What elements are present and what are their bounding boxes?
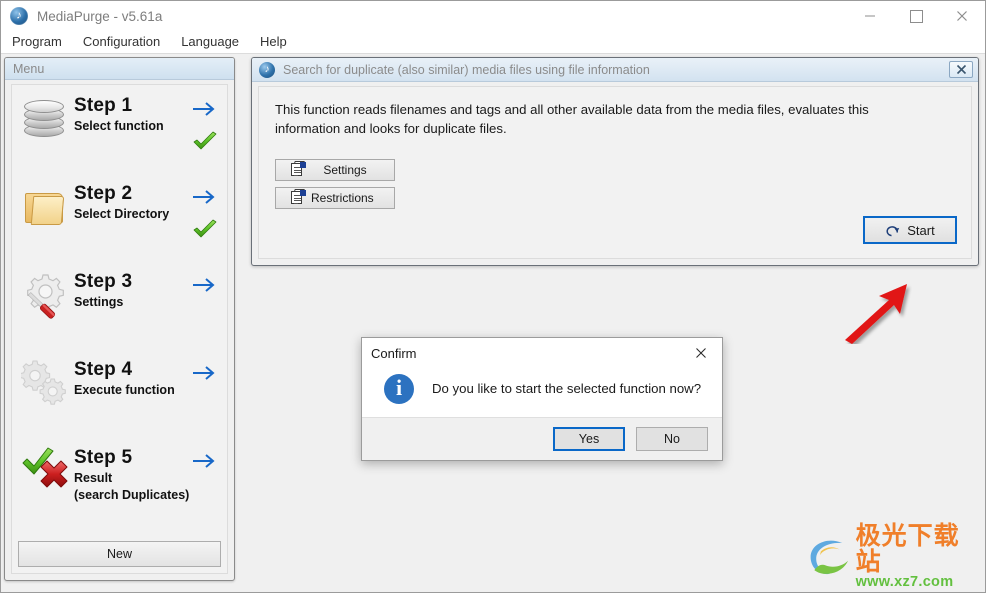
step-5-subtitle: Result [74, 471, 227, 486]
circular-arrow-icon [885, 224, 900, 237]
yes-button[interactable]: Yes [553, 427, 625, 451]
client-area: Menu Step 1 Select function [1, 53, 985, 592]
step-3-subtitle: Settings [74, 295, 227, 310]
check-cross-icon [21, 447, 69, 495]
confirm-dialog-close-button[interactable] [680, 338, 722, 368]
step-5-icon-wrap [12, 441, 74, 519]
green-check-icon [191, 131, 219, 153]
step-1-arrow-icon[interactable] [191, 101, 217, 121]
check-and-red-x-svg [21, 447, 71, 497]
step-4-subtitle: Execute function [74, 383, 227, 398]
menu-language[interactable]: Language [179, 32, 249, 52]
double-gear-svg [21, 359, 69, 407]
double-gear-icon [21, 359, 69, 407]
arrow-right-icon [191, 101, 217, 117]
confirm-dialog: Confirm i Do you like to start the selec… [361, 337, 723, 461]
watermark-text: 极光下载站 www.xz7.com [856, 523, 977, 591]
step-1-completed-check-icon [191, 131, 219, 153]
step-2-icon-wrap [12, 177, 74, 255]
step-5-subtitle-2: (search Duplicates) [74, 488, 227, 503]
sidebar-body: Step 1 Select function [11, 84, 228, 574]
steps-list: Step 1 Select function [12, 85, 227, 531]
menu-help[interactable]: Help [258, 32, 297, 52]
confirm-dialog-footer: Yes No [362, 417, 722, 460]
sidebar-header: Menu [5, 58, 234, 80]
sidebar-item-step-1[interactable]: Step 1 Select function [12, 89, 227, 167]
maximize-button[interactable] [893, 1, 939, 31]
start-button[interactable]: Start [863, 216, 957, 244]
gear-screwdriver-icon [21, 271, 69, 319]
menu-configuration[interactable]: Configuration [81, 32, 170, 52]
info-icon: i [384, 374, 414, 404]
function-panel: Search for duplicate (also similar) medi… [251, 57, 979, 266]
sidebar-header-label: Menu [13, 62, 44, 76]
function-description: This function reads filenames and tags a… [275, 101, 937, 138]
watermark-url: www.xz7.com [856, 575, 977, 591]
close-icon [956, 64, 967, 75]
application-window: MediaPurge - v5.61a Program Configuratio… [0, 0, 986, 593]
window-titlebar: MediaPurge - v5.61a [1, 1, 985, 31]
gear-screwdriver-svg [21, 271, 69, 319]
clipboard-icon [290, 190, 306, 206]
sidebar-item-step-3[interactable]: Step 3 Settings [12, 265, 227, 343]
settings-button-label: Settings [306, 163, 394, 177]
folder-icon [21, 183, 69, 231]
panel-close-button[interactable] [949, 61, 973, 78]
red-pointer-arrow-icon [839, 282, 919, 344]
circular-arrow-svg [885, 224, 900, 237]
database-stack-icon [21, 95, 69, 143]
function-panel-title: Search for duplicate (also similar) medi… [283, 63, 650, 77]
restrictions-button-label: Restrictions [306, 191, 394, 205]
sidebar-item-step-4[interactable]: Step 4 Execute function [12, 353, 227, 431]
settings-button[interactable]: Settings [275, 159, 395, 181]
panel-logo-icon [259, 62, 275, 78]
site-watermark: 极光下载站 www.xz7.com [805, 530, 977, 584]
start-button-label: Start [907, 223, 934, 238]
minimize-button[interactable] [847, 1, 893, 37]
sidebar-item-step-5[interactable]: Step 5 Result (search Duplicates) [12, 441, 227, 519]
step-2-completed-check-icon [191, 219, 219, 241]
arrow-right-icon [191, 365, 217, 381]
close-icon [695, 347, 707, 359]
menubar: Program Configuration Language Help [1, 31, 985, 53]
confirm-dialog-titlebar: Confirm [362, 338, 722, 368]
confirm-dialog-body: i Do you like to start the selected func… [362, 368, 722, 417]
menu-program[interactable]: Program [10, 32, 72, 52]
window-title: MediaPurge - v5.61a [37, 9, 162, 24]
arrow-right-icon [191, 277, 217, 293]
no-button[interactable]: No [636, 427, 708, 451]
step-3-icon-wrap [12, 265, 74, 343]
step-4-arrow-icon[interactable] [191, 365, 217, 385]
close-icon [956, 10, 968, 22]
app-logo-icon [10, 7, 28, 25]
arrow-right-icon [191, 189, 217, 205]
arrow-right-icon [191, 453, 217, 469]
confirm-dialog-message: Do you like to start the selected functi… [432, 374, 701, 396]
step-1-icon-wrap [12, 89, 74, 167]
step-5-arrow-icon[interactable] [191, 453, 217, 473]
restrictions-button[interactable]: Restrictions [275, 187, 395, 209]
red-arrow-svg [839, 282, 919, 344]
step-2-arrow-icon[interactable] [191, 189, 217, 209]
watermark-chinese-text: 极光下载站 [856, 523, 977, 576]
sidebar-item-step-2[interactable]: Step 2 Select Directory [12, 177, 227, 255]
confirm-dialog-title: Confirm [371, 346, 417, 361]
menu-sidebar: Menu Step 1 Select function [4, 57, 235, 581]
window-controls [847, 1, 985, 31]
maximize-icon [910, 10, 923, 23]
minimize-icon [864, 10, 876, 22]
step-4-icon-wrap [12, 353, 74, 431]
green-check-icon [191, 219, 219, 241]
function-panel-header: Search for duplicate (also similar) medi… [252, 58, 978, 82]
clipboard-icon [290, 162, 306, 178]
function-panel-body: This function reads filenames and tags a… [258, 86, 972, 259]
close-button[interactable] [939, 1, 985, 31]
new-button[interactable]: New [18, 541, 221, 567]
swirl-logo-icon [805, 533, 854, 581]
step-3-arrow-icon[interactable] [191, 277, 217, 297]
